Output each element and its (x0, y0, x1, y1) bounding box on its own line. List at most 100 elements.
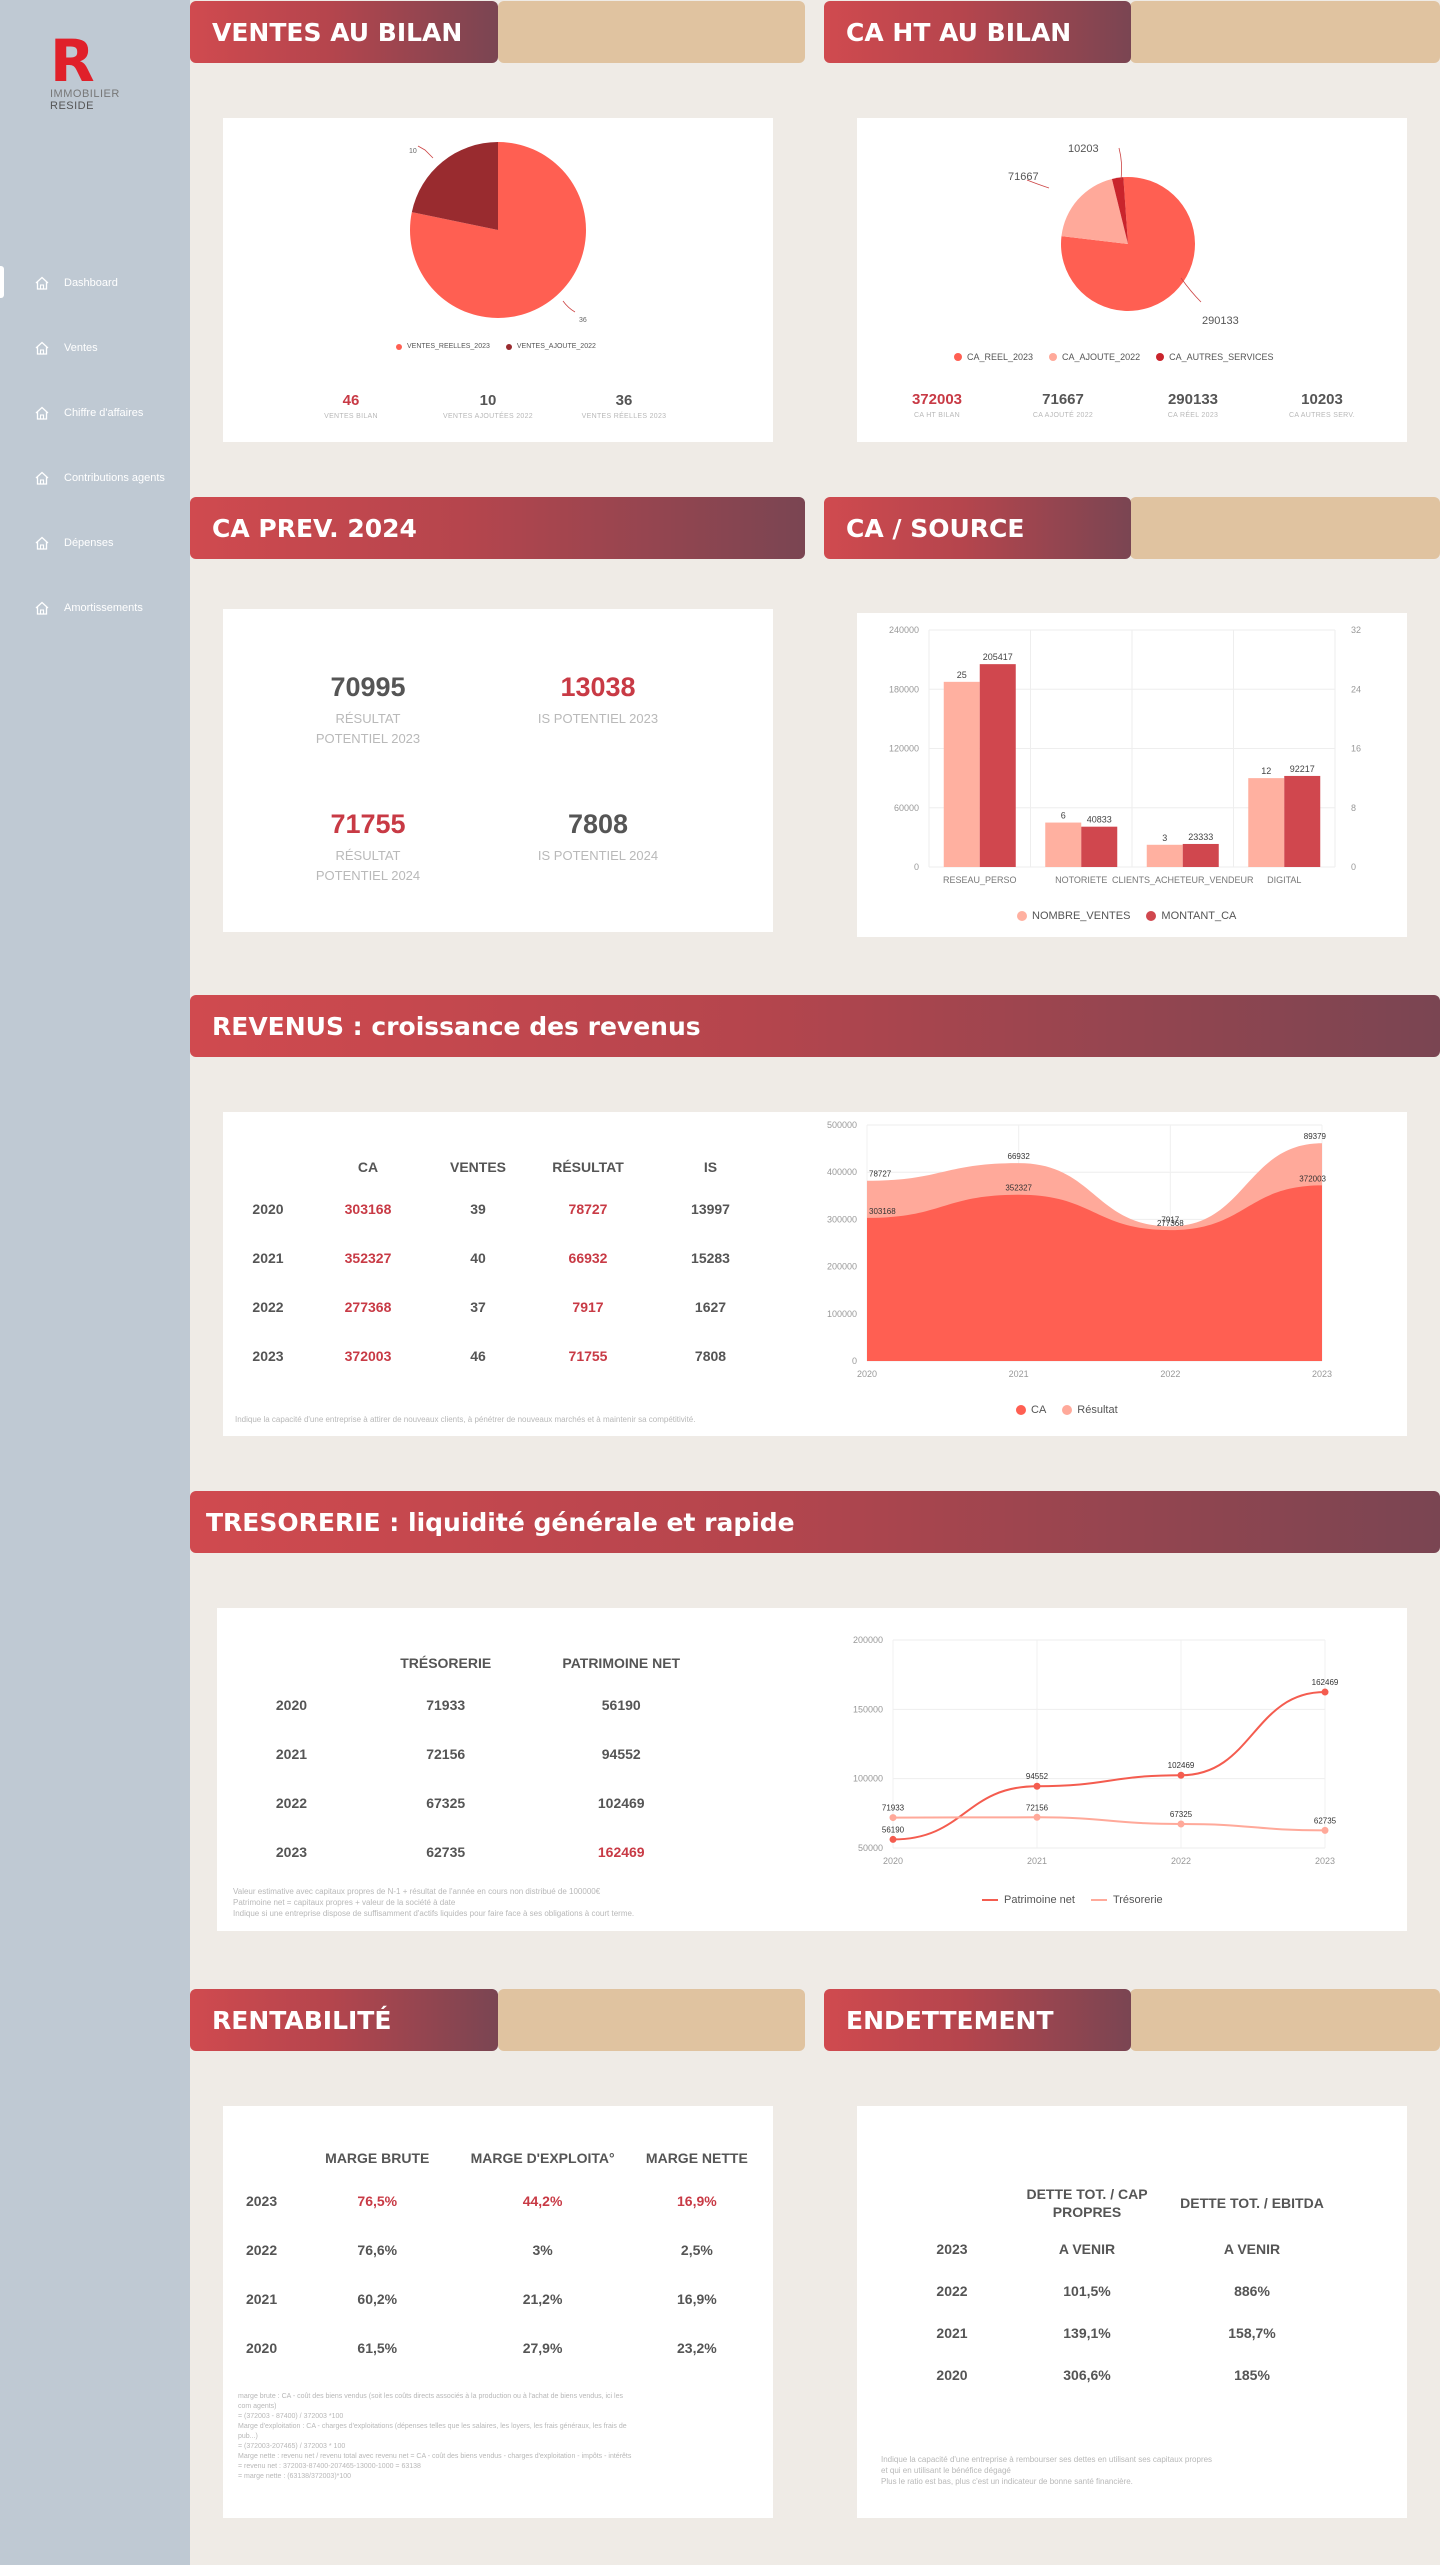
big-label: IS POTENTIEL 2024 (537, 848, 659, 863)
cell-year: 2021 (275, 1745, 308, 1762)
col-header: VENTES (449, 1159, 506, 1175)
y-tick-label: 60000 (894, 803, 919, 813)
logo[interactable]: R IMMOBILIER RESIDE (50, 27, 150, 112)
sidebar-item-contributions-agents[interactable]: Contributions agents (0, 445, 190, 510)
endettement-table: DETTE TOT. / CAP PROPRES DETTE TOT. / EB… (897, 2178, 1337, 2396)
tresorerie-header: TRESORERIE : liquidité générale et rapid… (190, 1491, 1440, 1553)
tresorerie-legend: Patrimoine net Trésorerie (982, 1894, 1179, 1906)
note-line: Valeur estimative avec capitaux propres … (233, 1887, 601, 1896)
legend-item[interactable]: NOMBRE_VENTES (1017, 910, 1130, 922)
legend-item[interactable]: Patrimoine net (982, 1894, 1075, 1906)
pie-leader-line (562, 300, 576, 313)
cell-marge-brute: 60,2% (357, 2290, 398, 2307)
bar-data-label: 23333 (1188, 832, 1213, 842)
logo-letter: R (50, 27, 95, 95)
note-line: Plus le ratio est bas, plus c'est un ind… (881, 2477, 1133, 2486)
cell-dette-cap: 101,5% (1063, 2283, 1111, 2299)
line-point (889, 1835, 897, 1843)
table-row: 2022 76,6% 3% 2,5% (223, 2225, 763, 2274)
y-tick-label: 50000 (858, 1843, 883, 1853)
legend-label: CA_REEL_2023 (967, 352, 1034, 362)
legend-item[interactable]: VENTES_REELLES_2023 (396, 343, 490, 350)
sidebar-item-amortissements[interactable]: Amortissements (0, 575, 190, 640)
legend-item[interactable]: VENTES_AJOUTE_2022 (505, 343, 596, 350)
table-row: 2021 352327 40 66932 15283 (223, 1233, 778, 1282)
legend-label: CA_AJOUTE_2022 (1062, 352, 1141, 362)
y2-tick-label: 24 (1351, 684, 1361, 694)
y2-tick-label: 32 (1351, 625, 1361, 635)
bar-data-label: 6 (1061, 811, 1066, 821)
legend-label: Résultat (1077, 1404, 1118, 1416)
x-tick-label: DIGITAL (1267, 875, 1301, 885)
pie-leader-line (417, 145, 434, 159)
y-tick-label: 500000 (827, 1120, 857, 1130)
ca-source-bar-chart: 0 0 60000 8 120000 16 180000 24 240000 32 25 205417… (889, 625, 1361, 885)
big-value: 13038 (560, 672, 636, 702)
col-header: MARGE NETTE (645, 2150, 748, 2166)
legend-item[interactable]: CA_AJOUTE_2022 (1049, 352, 1140, 362)
legend-item[interactable]: CA_AUTRES_SERVICES (1156, 352, 1273, 362)
stat-label: CA AUTRES SERV. (1289, 412, 1355, 419)
ca-source-card: 0 0 60000 8 120000 16 180000 24 240000 32 25 205417… (857, 613, 1407, 937)
legend-item[interactable]: CA (1016, 1404, 1046, 1416)
stat-value: 10203 (1301, 391, 1343, 408)
note-line: = (372003-207465) / 372003 * 100 (238, 2443, 346, 2450)
legend-item[interactable]: CA_REEL_2023 (954, 352, 1033, 362)
header-accent (498, 1989, 805, 2051)
ca-ht-title: CA HT AU BILAN (846, 17, 1072, 47)
cell-resultat: 7917 (572, 1298, 604, 1315)
ca-ht-header: CA HT AU BILAN (824, 1, 1131, 63)
big-label: RÉSULTAT (335, 711, 401, 726)
table-row: 2021 72156 94552 (217, 1729, 717, 1778)
x-tick-label: 2020 (883, 1856, 903, 1866)
stat-value: 372003 (911, 391, 963, 408)
cell-resultat: 78727 (568, 1200, 608, 1217)
legend-dot (1017, 911, 1027, 921)
rentabilite-title: RENTABILITÉ (212, 2005, 392, 2035)
stat-value: 290133 (1167, 391, 1219, 408)
cell-is: 15283 (691, 1249, 730, 1266)
revenus-title: REVENUS : croissance des revenus (212, 1011, 701, 1041)
note-line: = (372003 - 87400) / 372003 *100 (238, 2413, 344, 2420)
sidebar-item-ventes[interactable]: Ventes (0, 315, 190, 380)
y-tick-label: 100000 (853, 1774, 883, 1784)
y-tick-label: 150000 (853, 1704, 883, 1714)
legend-line (1090, 1899, 1107, 1901)
table-row: 2021 60,2% 21,2% 16,9% (223, 2274, 763, 2323)
col-header: IS (703, 1159, 718, 1175)
legend-item[interactable]: Résultat (1062, 1404, 1118, 1416)
line-data-label: 94552 (1026, 1772, 1049, 1781)
y-tick-label: 100000 (827, 1309, 857, 1319)
ca-ht-card: 10203 71667 290133 CA_REEL_2023 CA_AJOUT… (857, 118, 1407, 442)
cell-marge-exploitation: 44,2% (522, 2192, 563, 2209)
ca-prev-header: CA PREV. 2024 (190, 497, 805, 559)
sidebar-item-label: Amortissements (64, 601, 143, 614)
sidebar-item-chiffre-affaires[interactable]: Chiffre d'affaires (0, 380, 190, 445)
ca-source-legend: NOMBRE_VENTES MONTANT_CA (1017, 910, 1252, 922)
stat-ventes-ajoutees: 10 VENTES AJOUTÉES 2022 (428, 392, 548, 420)
stat-ventes-bilan: 46 VENTES BILAN (301, 392, 401, 420)
rentabilite-card: MARGE BRUTE MARGE D'EXPLOITA° MARGE NETT… (223, 2106, 773, 2518)
bar-data-label: 3 (1162, 833, 1167, 843)
cell-patrimoine: 94552 (601, 1745, 641, 1762)
tresorerie-table: TRÉSORERIE PATRIMOINE NET 2020 71933 56190… (217, 1646, 717, 1876)
legend-label: CA (1031, 1404, 1047, 1416)
legend-item[interactable]: MONTANT_CA (1146, 910, 1236, 922)
legend-item[interactable]: Trésorerie (1090, 1894, 1163, 1906)
sidebar-item-label: Dashboard (64, 276, 118, 289)
note-line: com agents) (238, 2403, 277, 2410)
bar-data-label: 25 (957, 670, 967, 680)
pie-leader-line (1180, 277, 1202, 303)
sidebar-item-depenses[interactable]: Dépenses (0, 510, 190, 575)
table-header-row: CA VENTES RÉSULTAT IS (223, 1150, 778, 1184)
legend-dot (954, 353, 962, 361)
stat-ca-ajoute: 71667 CA AJOUTÉ 2022 (1013, 391, 1113, 419)
sidebar-item-dashboard[interactable]: Dashboard (0, 250, 190, 315)
cell-ventes: 46 (470, 1347, 486, 1364)
col-header: DETTE TOT. / EBITDA (1180, 2195, 1324, 2211)
table-row: 2020 303168 39 78727 13997 (223, 1184, 778, 1233)
legend-label: Patrimoine net (1004, 1894, 1075, 1906)
bar-montant-ca (1081, 826, 1118, 867)
line-tresorerie (892, 1816, 1326, 1832)
cell-marge-brute: 76,5% (357, 2192, 398, 2209)
